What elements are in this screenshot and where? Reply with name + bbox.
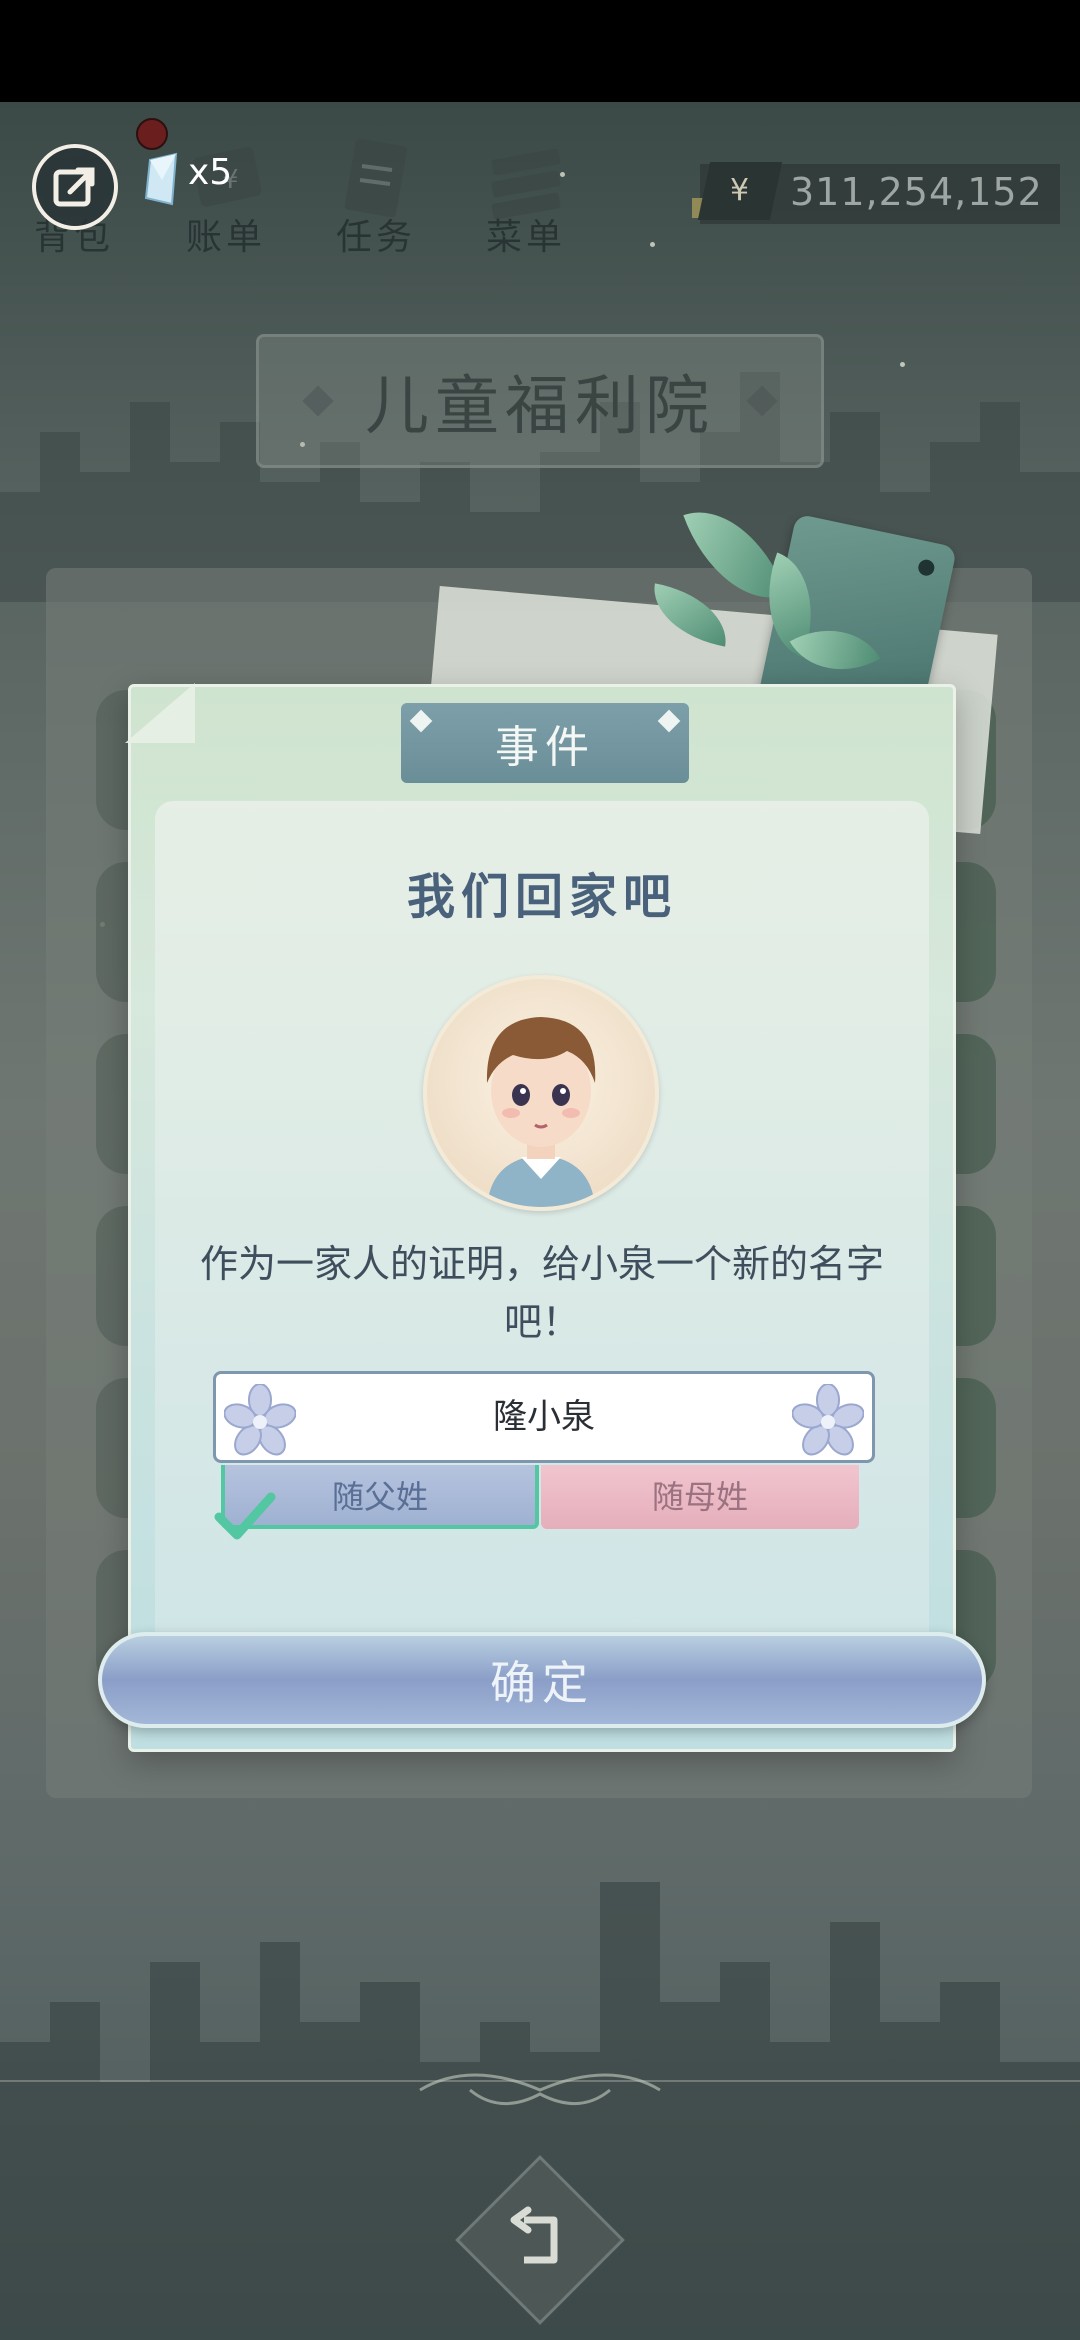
tab-menu-label: 菜单	[485, 217, 566, 258]
event-description: 作为一家人的证明，给小泉一个新的名字吧！	[199, 1242, 884, 1344]
dialog-header-label: 事件	[495, 722, 595, 773]
tab-task[interactable]: 任务	[316, 120, 436, 260]
event-dialog: 事件 我们回家吧 作为一家人的证明，给小泉一个新的名字吧！ 隆小泉 随父姓 随母…	[125, 683, 956, 1752]
child-avatar-icon	[486, 1017, 596, 1207]
name-value: 隆小泉	[493, 1397, 595, 1437]
back-arrow-icon	[510, 2206, 558, 2264]
dialog-header: 事件	[401, 703, 689, 783]
currency-badge: ¥	[697, 162, 783, 220]
exit-button[interactable]	[32, 144, 118, 230]
name-input[interactable]: 隆小泉	[213, 1371, 875, 1463]
sparkle	[900, 362, 905, 367]
currency-symbol: ¥	[730, 173, 750, 208]
card-hole	[916, 558, 936, 578]
header-diamond-right	[657, 709, 681, 733]
status-bar	[0, 0, 1080, 102]
exit-icon	[53, 167, 95, 207]
gem-icon	[144, 152, 178, 206]
diamond-ornament-right	[746, 385, 778, 417]
scroll-ornament-icon	[419, 2073, 661, 2106]
notification-dot	[136, 118, 168, 150]
gem-count: x5	[188, 152, 233, 193]
location-title: 儿童福利院	[365, 370, 715, 444]
location-banner: 儿童福利院	[256, 334, 824, 468]
checkmark-icon	[214, 1492, 276, 1540]
tab-menu[interactable]: 菜单	[466, 120, 586, 260]
money-value: 311,254,152	[790, 170, 1043, 214]
tab-task-label: 任务	[335, 217, 416, 258]
confirm-label: 确定	[490, 1656, 594, 1710]
sakura-icon	[792, 1384, 864, 1456]
surname-mother-option[interactable]: 随母姓	[541, 1465, 859, 1529]
dialog-folded-corner	[125, 683, 195, 743]
tab-bill-label: 账单	[185, 217, 266, 258]
character-portrait	[423, 975, 659, 1211]
header-diamond-left	[409, 709, 433, 733]
diamond-ornament-left	[302, 385, 334, 417]
confirm-button[interactable]: 确定	[98, 1632, 986, 1728]
event-title: 我们回家吧	[406, 869, 677, 925]
